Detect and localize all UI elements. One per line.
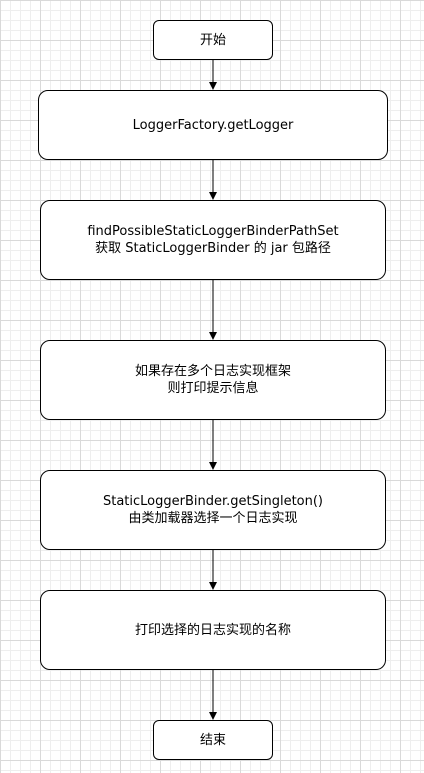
step-report-multiple-bindings-line-1: 如果存在多个日志实现框架 bbox=[134, 364, 291, 379]
end-node[interactable]: 结束 bbox=[153, 720, 273, 760]
step-get-logger-label: LoggerFactory.getLogger bbox=[132, 117, 294, 133]
step-report-actual-binding[interactable]: 打印选择的日志实现的名称 bbox=[40, 590, 386, 670]
start-node[interactable]: 开始 bbox=[153, 20, 273, 60]
step-report-multiple-bindings-line-2: 则打印提示信息 bbox=[167, 381, 259, 396]
start-label: 开始 bbox=[199, 32, 226, 48]
end-label: 结束 bbox=[199, 732, 226, 748]
step-get-singleton[interactable]: StaticLoggerBinder.getSingleton() 由类加载器选… bbox=[40, 470, 386, 550]
step-find-binder-paths-line-1: findPossibleStaticLoggerBinderPathSet bbox=[87, 224, 339, 239]
step-get-singleton-line-1: StaticLoggerBinder.getSingleton() bbox=[102, 494, 324, 509]
step-get-logger[interactable]: LoggerFactory.getLogger bbox=[38, 90, 388, 160]
flowchart-canvas: 开始 LoggerFactory.getLogger findPossibleS… bbox=[0, 0, 424, 773]
step-report-multiple-bindings[interactable]: 如果存在多个日志实现框架 则打印提示信息 bbox=[40, 340, 386, 420]
step-get-singleton-line-2: 由类加载器选择一个日志实现 bbox=[128, 511, 298, 526]
step-report-actual-binding-label: 打印选择的日志实现的名称 bbox=[134, 622, 291, 638]
step-find-binder-paths-line-2: 获取 StaticLoggerBinder 的 jar 包路径 bbox=[95, 241, 331, 256]
step-find-binder-paths[interactable]: findPossibleStaticLoggerBinderPathSet 获取… bbox=[40, 200, 386, 280]
